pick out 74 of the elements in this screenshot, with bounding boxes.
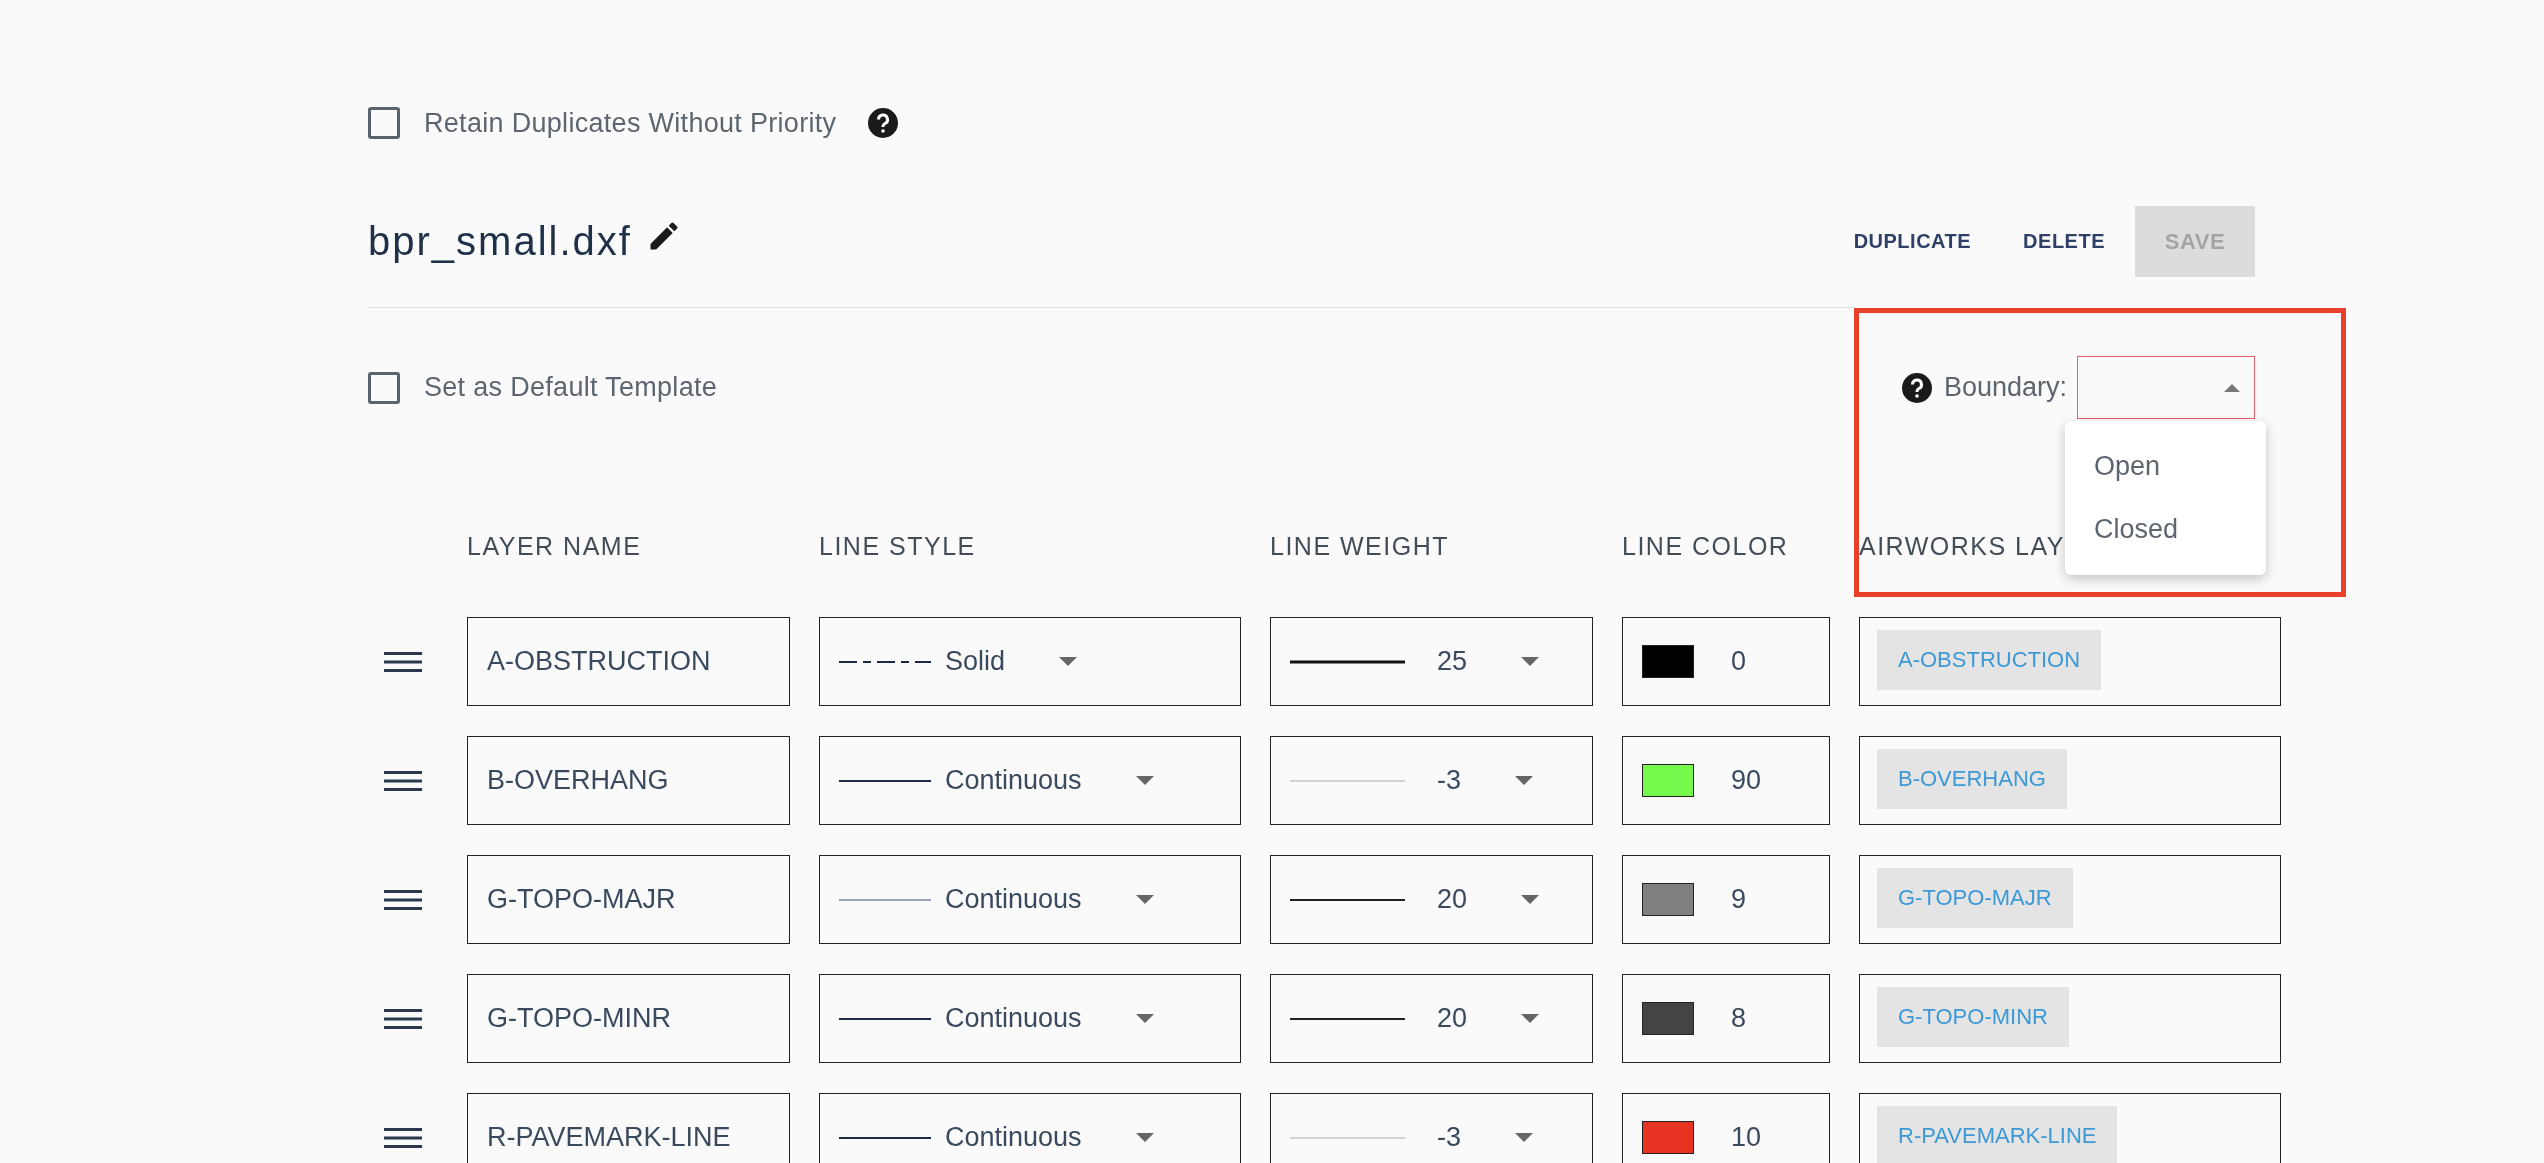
layer-name-field[interactable]: A-OBSTRUCTION — [467, 617, 790, 706]
color-index: 90 — [1731, 765, 1762, 796]
line-sample-icon — [1290, 1016, 1405, 1021]
menu-item[interactable]: Closed — [2065, 498, 2266, 561]
layer-name-field[interactable]: R-PAVEMARK-LINE — [467, 1093, 790, 1163]
checkbox[interactable] — [368, 107, 400, 139]
line-weight-select[interactable]: -3 — [1270, 1093, 1593, 1163]
caret-icon — [1135, 1133, 1154, 1142]
color-index: 10 — [1731, 1122, 1762, 1153]
caret-icon — [1059, 657, 1078, 666]
caret-icon — [1515, 1133, 1533, 1142]
line-weight-select[interactable]: -3 — [1270, 736, 1593, 825]
color-swatch[interactable] — [1642, 645, 1694, 678]
line-sample-icon — [1290, 897, 1405, 902]
line-sample-icon — [839, 659, 931, 664]
line-color-field[interactable]: 9 — [1622, 855, 1830, 944]
color-index: 9 — [1731, 884, 1747, 915]
layer-name-field[interactable]: B-OVERHANG — [467, 736, 790, 825]
drag-handle-icon[interactable] — [384, 768, 422, 793]
line-color-field[interactable]: 10 — [1622, 1093, 1830, 1163]
line-color-field[interactable]: 90 — [1622, 736, 1830, 825]
line-sample-icon — [839, 778, 931, 783]
line-sample-icon — [839, 1135, 931, 1140]
column-header: LAYER NAME — [467, 531, 643, 561]
drag-handle-icon[interactable] — [384, 1125, 422, 1150]
line-weight-select[interactable]: 20 — [1270, 855, 1593, 944]
caret-icon — [1515, 776, 1533, 785]
help-icon[interactable] — [1901, 372, 1932, 403]
caret-icon — [1521, 895, 1540, 904]
drag-handle-icon[interactable] — [384, 649, 422, 674]
layer-name-field[interactable]: G-TOPO-MAJR — [467, 855, 790, 944]
color-index: 0 — [1731, 646, 1747, 677]
caret-icon — [1135, 1014, 1154, 1023]
column-header: LINE STYLE — [819, 531, 977, 561]
color-swatch[interactable] — [1642, 1121, 1694, 1154]
line-style-select[interactable]: Continuous — [819, 855, 1241, 944]
action-button[interactable]: DUPLICATE — [1827, 206, 1998, 277]
drag-handle-icon[interactable] — [384, 1006, 422, 1031]
layer-name-field[interactable]: G-TOPO-MINR — [467, 974, 790, 1063]
line-weight-select[interactable]: 25 — [1270, 617, 1593, 706]
color-swatch[interactable] — [1642, 883, 1694, 916]
drag-handle-icon[interactable] — [384, 887, 422, 912]
caret-icon — [1521, 1014, 1540, 1023]
line-style-select[interactable]: Continuous — [819, 736, 1241, 825]
line-sample-icon — [839, 1016, 931, 1021]
line-sample-icon — [1290, 1135, 1405, 1140]
checkbox-label: Set as Default Template — [424, 372, 718, 403]
caret-icon — [1521, 657, 1540, 666]
line-style-select[interactable]: Continuous — [819, 974, 1241, 1063]
line-color-field[interactable]: 8 — [1622, 974, 1830, 1063]
color-swatch[interactable] — [1642, 764, 1694, 797]
color-index: 8 — [1731, 1003, 1747, 1034]
template-title: bpr_small.dxf — [368, 219, 632, 264]
line-weight-select[interactable]: 20 — [1270, 974, 1593, 1063]
checkbox[interactable] — [368, 371, 400, 404]
action-button[interactable]: DELETE — [1997, 206, 2131, 277]
boundary-label: Boundary: — [1943, 372, 2067, 403]
help-icon[interactable] — [868, 108, 899, 138]
line-sample-icon — [1290, 778, 1405, 783]
column-header: LINE COLOR — [1622, 531, 1790, 561]
line-sample-icon — [839, 897, 931, 902]
checkbox-label: Retain Duplicates Without Priority — [424, 107, 837, 139]
line-color-field[interactable]: 0 — [1622, 617, 1830, 706]
caret-icon — [1135, 895, 1154, 904]
line-sample-icon — [1290, 659, 1405, 664]
menu-item[interactable]: Open — [2065, 435, 2266, 498]
caret-icon — [1135, 776, 1154, 785]
caret-icon — [2224, 383, 2240, 392]
line-style-select[interactable]: Continuous — [819, 1093, 1241, 1163]
column-header: AIRWORKS LAY — [1859, 531, 2066, 561]
boundary-select[interactable] — [2077, 356, 2255, 419]
color-swatch[interactable] — [1642, 1002, 1694, 1035]
line-style-select[interactable]: Solid — [819, 617, 1241, 706]
column-header: LINE WEIGHT — [1270, 531, 1450, 561]
